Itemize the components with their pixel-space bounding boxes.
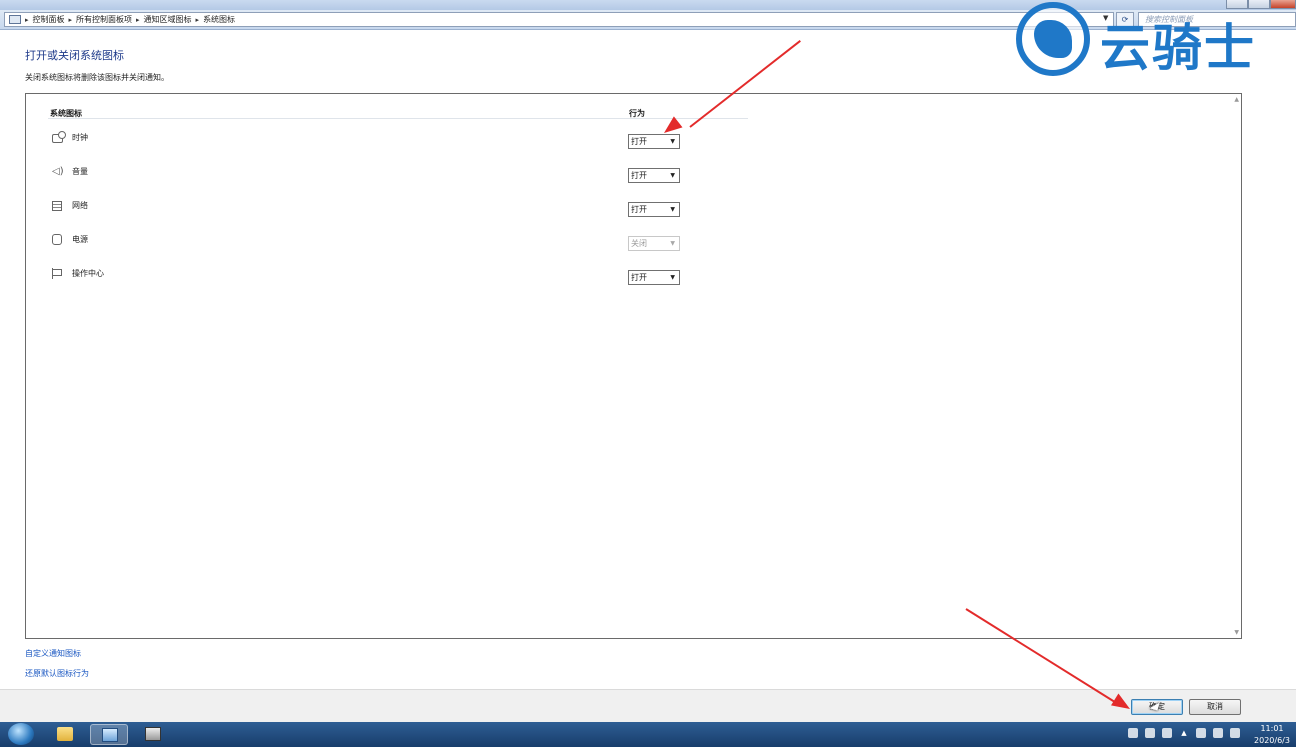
behavior-select-volume[interactable]: 打开 ▼: [628, 168, 680, 183]
breadcrumb-notification-icons[interactable]: 通知区域图标: [144, 14, 192, 25]
page-description: 关闭系统图标将删除该图标并关闭通知。: [25, 73, 169, 82]
restore-default-behavior-link[interactable]: 还原默认图标行为: [25, 668, 89, 679]
system-tray: ▲: [1128, 728, 1240, 738]
select-value: 打开: [631, 171, 647, 180]
address-dropdown-icon[interactable]: ▼: [1103, 14, 1108, 22]
scroll-down-icon[interactable]: ▼: [1234, 629, 1239, 636]
network-tray-icon[interactable]: [1213, 728, 1223, 738]
taskbar-clock-date[interactable]: 2020/6/3: [1250, 736, 1294, 745]
taskbar-control-panel[interactable]: [90, 724, 128, 745]
row-label: 网络: [72, 201, 88, 210]
behavior-select-clock[interactable]: 打开 ▼: [628, 134, 680, 149]
system-icons-list[interactable]: ▲ ▼ 系统图标 行为 时钟 打开 ▼ ◁) 音量 打开 ▼ 网络 打开 ▼ 电…: [25, 93, 1242, 639]
search-input[interactable]: 搜索控制面板: [1138, 12, 1296, 27]
printer-icon: [145, 727, 161, 741]
breadcrumb-all-items[interactable]: 所有控制面板项: [76, 14, 132, 25]
refresh-icon: ⟳: [1121, 15, 1129, 24]
customize-notification-icons-link[interactable]: 自定义通知图标: [25, 648, 81, 659]
table-row: 电源 关闭 ▼: [52, 232, 752, 251]
row-label: 音量: [72, 167, 88, 176]
network-icon: [52, 201, 62, 211]
keyboard-icon[interactable]: [1128, 728, 1138, 738]
select-value: 打开: [631, 205, 647, 214]
select-value: 关闭: [631, 239, 647, 248]
row-label: 电源: [72, 235, 88, 244]
action-center-flag-icon: [52, 268, 63, 279]
table-row: 网络 打开 ▼: [52, 198, 752, 217]
chevron-down-icon: ▼: [670, 274, 675, 281]
monitor-icon: [102, 728, 118, 742]
window-controls: [1226, 0, 1296, 9]
chevron-right-icon[interactable]: ▸: [25, 16, 29, 24]
clock-icon: [52, 131, 66, 143]
chevron-down-icon: ▼: [670, 240, 675, 247]
chevron-down-icon: ▼: [670, 172, 675, 179]
taskbar-clock-time[interactable]: 11:01: [1250, 724, 1294, 733]
cancel-button[interactable]: 取消: [1189, 699, 1241, 715]
page-title: 打开或关闭系统图标: [25, 49, 124, 62]
row-label: 时钟: [72, 133, 88, 142]
folder-icon: [57, 727, 73, 741]
window-top-strip: [0, 0, 1296, 10]
taskbar: ▲: [0, 722, 1296, 747]
select-value: 打开: [631, 273, 647, 282]
behavior-select-network[interactable]: 打开 ▼: [628, 202, 680, 217]
start-button[interactable]: [8, 723, 34, 745]
control-panel-icon: [9, 15, 21, 24]
scroll-up-icon[interactable]: ▲: [1234, 96, 1239, 103]
breadcrumb-system-icons[interactable]: 系统图标: [203, 14, 235, 25]
chevron-right-icon[interactable]: ▸: [69, 16, 73, 24]
action-center-tray-icon[interactable]: [1196, 728, 1206, 738]
behavior-select-power: 关闭 ▼: [628, 236, 680, 251]
chevron-right-icon[interactable]: ▸: [196, 16, 200, 24]
taskbar-explorer[interactable]: [46, 724, 84, 745]
header-divider: [48, 118, 748, 119]
chevron-down-icon: ▼: [670, 138, 675, 145]
table-row: 操作中心 打开 ▼: [52, 266, 752, 285]
breadcrumb[interactable]: ▸ 控制面板 ▸ 所有控制面板项 ▸ 通知区域图标 ▸ 系统图标 ▼: [4, 12, 1114, 27]
address-bar: ▸ 控制面板 ▸ 所有控制面板项 ▸ 通知区域图标 ▸ 系统图标 ▼ ⟳ 搜索控…: [0, 10, 1296, 30]
show-hidden-icons-icon[interactable]: ▲: [1179, 728, 1189, 738]
volume-icon: ◁): [52, 166, 64, 177]
close-button[interactable]: [1270, 0, 1296, 9]
power-icon: [52, 234, 62, 245]
refresh-button[interactable]: ⟳: [1116, 12, 1134, 27]
behavior-select-action-center[interactable]: 打开 ▼: [628, 270, 680, 285]
volume-tray-icon[interactable]: [1230, 728, 1240, 738]
chevron-down-icon: ▼: [670, 206, 675, 213]
select-value: 打开: [631, 137, 647, 146]
breadcrumb-control-panel[interactable]: 控制面板: [33, 14, 65, 25]
table-row: 时钟 打开 ▼: [52, 130, 752, 149]
minimize-button[interactable]: [1226, 0, 1248, 9]
row-label: 操作中心: [72, 269, 104, 278]
help-icon[interactable]: [1145, 728, 1155, 738]
chevron-right-icon[interactable]: ▸: [136, 16, 140, 24]
tray-app-icon[interactable]: [1162, 728, 1172, 738]
maximize-button[interactable]: [1248, 0, 1270, 9]
table-row: ◁) 音量 打开 ▼: [52, 164, 752, 183]
taskbar-printer[interactable]: [134, 724, 172, 745]
